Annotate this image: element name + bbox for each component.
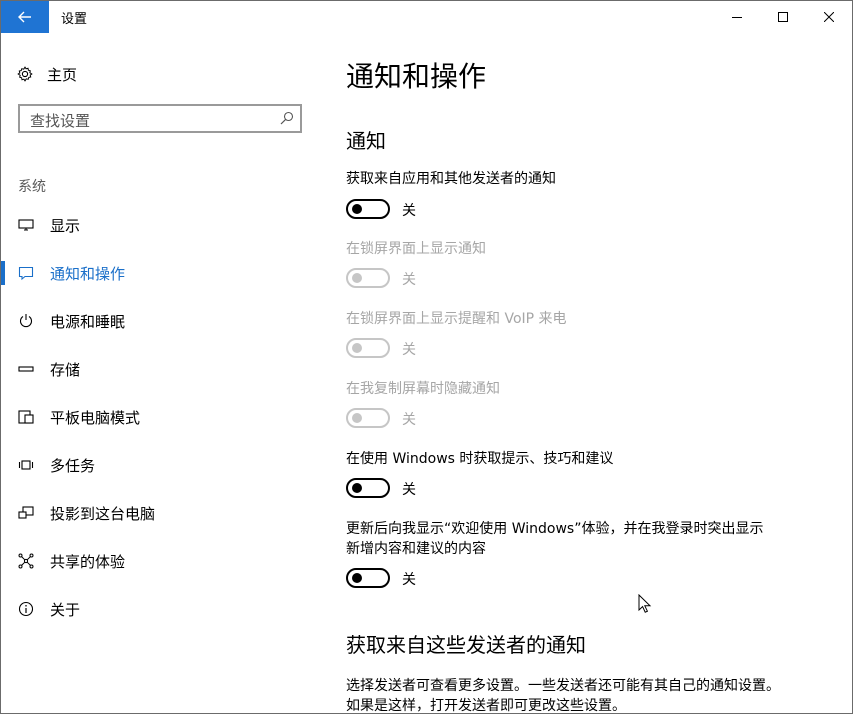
setting-label-app-notifications: 获取来自应用和其他发送者的通知 [346,171,556,187]
senders-description-line2: 如果是这样，打开发送者即可更改这些设置。 [346,698,626,714]
window-title: 设置 [61,12,88,27]
sidebar-item-storage[interactable]: 存储 [1,351,301,387]
sidebar-item-label: 平板电脑模式 [50,409,141,427]
sidebar-item-label: 通知和操作 [50,265,126,283]
setting-label-tips: 在使用 Windows 时获取提示、技巧和建议 [346,451,614,467]
toggle-knob [352,413,362,423]
section-heading-senders: 获取来自这些发送者的通知 [346,633,586,657]
toggle-welcome-experience[interactable] [346,568,390,588]
gear-icon [17,66,33,82]
sidebar-item-label: 投影到这台电脑 [50,505,156,523]
sidebar-item-project[interactable]: 投影到这台电脑 [1,495,301,531]
senders-description-line1: 选择发送者可查看更多设置。一些发送者还可能有其自己的通知设置。 [346,678,780,694]
search-icon[interactable] [280,111,294,125]
title-bar: 设置 [1,1,852,33]
close-button[interactable] [806,1,852,33]
sidebar-item-power[interactable]: 电源和睡眠 [1,303,301,339]
power-icon [19,314,33,328]
page-title: 通知和操作 [346,60,487,93]
back-button[interactable] [1,1,49,33]
project-icon [18,506,34,519]
maximize-icon [778,12,788,22]
sidebar-item-label: 存储 [50,361,81,379]
settings-window: 设置 主页 查找设置 系统 显示 通知和操作 电源和睡眠 存储 平板电脑模式 多… [0,0,853,714]
setting-label-welcome-experience: 更新后向我显示“欢迎使用 Windows”体验，并在我登录时突出显示 [346,521,764,537]
sidebar-item-tablet[interactable]: 平板电脑模式 [1,399,301,435]
toggle-lockscreen-notifications[interactable] [346,268,390,288]
search-settings-input[interactable]: 查找设置 [18,104,302,133]
setting-label-welcome-experience-line2: 新增内容和建议的内容 [346,541,486,557]
toggle-state-label: 关 [402,412,416,428]
setting-label-hide-when-duplicating: 在我复制屏幕时隐藏通知 [346,381,500,397]
toggle-state-label: 关 [402,482,416,498]
storage-icon [18,366,34,372]
toggle-app-notifications[interactable] [346,199,390,219]
sidebar-item-shared[interactable]: 共享的体验 [1,543,301,579]
sidebar-item-multitasking[interactable]: 多任务 [1,447,301,483]
multitask-icon [18,460,34,470]
monitor-icon [18,219,34,231]
sidebar-item-about[interactable]: 关于 [1,591,301,627]
message-icon [18,266,34,281]
senders-description: 选择发送者可查看更多设置。一些发送者还可能有其自己的通知设置。 如果是这样，打开… [346,676,786,714]
toggle-knob [352,273,362,283]
toggle-knob [352,573,362,583]
minimize-icon [732,17,742,18]
maximize-button[interactable] [760,1,806,33]
minimize-button[interactable] [714,1,760,33]
sidebar-item-label: 显示 [50,217,81,235]
active-indicator [1,261,5,285]
sidebar-item-label: 共享的体验 [50,553,126,571]
toggle-hide-when-duplicating[interactable] [346,408,390,428]
toggle-lockscreen-voip[interactable] [346,338,390,358]
sidebar-item-label: 电源和睡眠 [50,313,126,331]
setting-label-lockscreen-voip: 在锁屏界面上显示提醒和 VoIP 来电 [346,311,567,327]
toggle-knob [352,483,362,493]
toggle-state-label: 关 [402,572,416,588]
tablet-icon [18,410,34,424]
toggle-state-label: 关 [402,203,416,219]
share-icon [18,553,34,569]
mouse-cursor-icon [638,594,652,613]
toggle-tips[interactable] [346,478,390,498]
setting-label-lockscreen-notifications: 在锁屏界面上显示通知 [346,241,486,257]
toggle-knob [352,204,362,214]
home-nav-item[interactable]: 主页 [17,63,77,85]
search-placeholder: 查找设置 [30,112,91,130]
sidebar-item-label: 关于 [50,601,81,619]
section-heading-notifications: 通知 [346,129,386,153]
sidebar-item-display[interactable]: 显示 [1,207,301,243]
close-icon [824,12,834,22]
home-label: 主页 [47,65,78,84]
toggle-knob [352,343,362,353]
sidebar-item-notifications[interactable]: 通知和操作 [1,255,301,291]
back-arrow-icon [18,11,31,23]
info-icon [18,601,34,617]
toggle-state-label: 关 [402,272,416,288]
sidebar-section-label: 系统 [18,179,46,195]
sidebar-item-label: 多任务 [50,457,96,475]
toggle-state-label: 关 [402,342,416,358]
